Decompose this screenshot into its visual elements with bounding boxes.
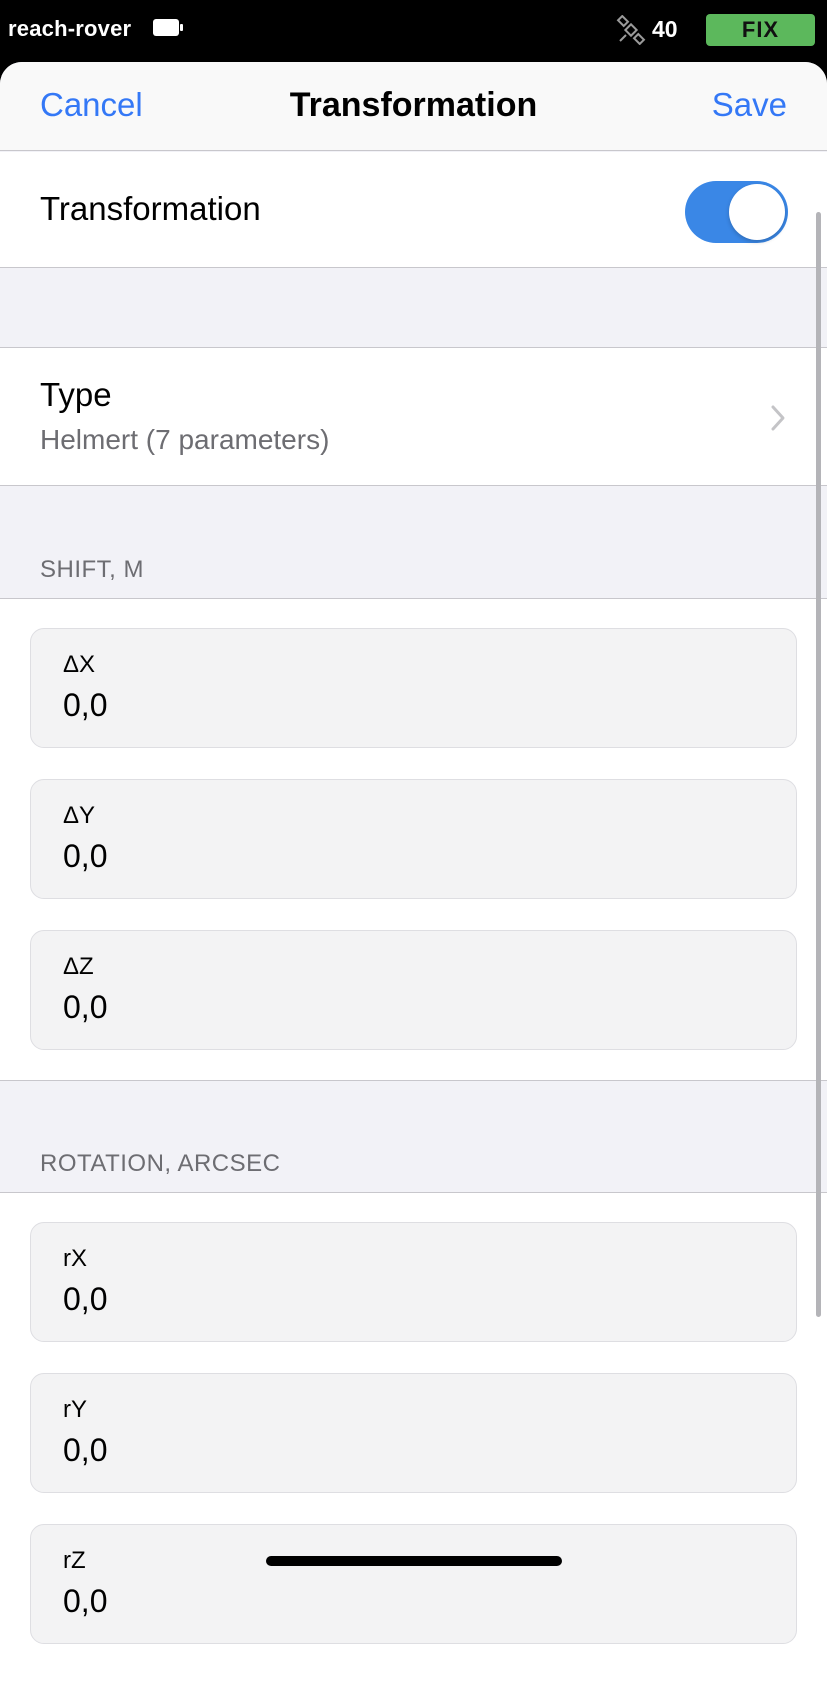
rz-field[interactable]: rZ 0,0 xyxy=(30,1524,797,1644)
switch-knob xyxy=(729,184,785,240)
ry-label: rY xyxy=(63,1396,87,1423)
rz-value[interactable]: 0,0 xyxy=(63,1583,107,1620)
home-indicator[interactable] xyxy=(266,1556,562,1566)
navigation-bar: Cancel Transformation Save xyxy=(0,62,827,151)
satellite-count: 40 xyxy=(652,16,678,42)
shift-section-header: SHIFT, M xyxy=(40,556,144,583)
rotation-section-header: ROTATION, ARCSEC xyxy=(40,1150,281,1177)
scrollbar[interactable] xyxy=(816,212,821,1317)
delta-y-value[interactable]: 0,0 xyxy=(63,838,107,875)
device-name: reach-rover xyxy=(8,16,132,41)
delta-x-label: ΔX xyxy=(63,651,96,678)
fix-status-badge: FIX xyxy=(706,14,815,46)
transformation-toggle-label: Transformation xyxy=(40,190,261,227)
delta-z-label: ΔZ xyxy=(63,953,94,980)
ry-field[interactable]: rY 0,0 xyxy=(30,1373,797,1493)
rz-label: rZ xyxy=(63,1547,86,1574)
type-value: Helmert (7 parameters) xyxy=(40,424,330,455)
type-row[interactable]: Type Helmert (7 parameters) xyxy=(0,347,827,486)
rotation-fields-group: rX 0,0 rY 0,0 rZ 0,0 xyxy=(0,1192,827,1694)
battery-icon xyxy=(153,19,183,36)
page-title: Transformation xyxy=(289,86,538,124)
delta-x-value[interactable]: 0,0 xyxy=(63,687,107,724)
delta-y-label: ΔY xyxy=(63,802,96,829)
transformation-toggle-row: Transformation xyxy=(0,152,827,268)
delta-z-field[interactable]: ΔZ 0,0 xyxy=(30,930,797,1050)
satellite-icon xyxy=(616,15,646,45)
delta-z-value[interactable]: 0,0 xyxy=(63,989,107,1026)
delta-x-field[interactable]: ΔX 0,0 xyxy=(30,628,797,748)
transformation-switch[interactable] xyxy=(685,181,788,243)
chevron-right-icon xyxy=(771,405,785,431)
type-label: Type xyxy=(40,376,112,413)
status-bar: reach-rover 40 FIX xyxy=(0,0,827,60)
delta-y-field[interactable]: ΔY 0,0 xyxy=(30,779,797,899)
rx-field[interactable]: rX 0,0 xyxy=(30,1222,797,1342)
ry-value[interactable]: 0,0 xyxy=(63,1432,107,1469)
shift-fields-group: ΔX 0,0 ΔY 0,0 ΔZ 0,0 xyxy=(0,598,827,1081)
save-button[interactable]: Save xyxy=(712,86,787,124)
transformation-sheet: Cancel Transformation Save Transformatio… xyxy=(0,62,827,1694)
rx-value[interactable]: 0,0 xyxy=(63,1281,107,1318)
rx-label: rX xyxy=(63,1245,87,1272)
